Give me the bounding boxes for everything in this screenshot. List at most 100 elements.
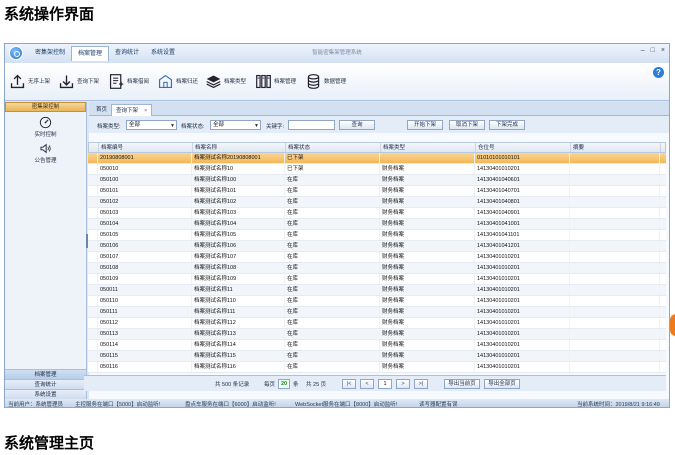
row-indicator[interactable] bbox=[88, 219, 98, 229]
row-indicator[interactable] bbox=[88, 351, 98, 361]
row-indicator[interactable] bbox=[88, 241, 98, 251]
tab-close-icon[interactable]: × bbox=[144, 108, 147, 114]
row-indicator[interactable] bbox=[88, 296, 98, 306]
row-indicator[interactable] bbox=[88, 208, 98, 218]
cell-summary bbox=[570, 263, 660, 273]
export-current-button[interactable]: 导出当前页 bbox=[444, 379, 480, 389]
row-indicator[interactable] bbox=[88, 263, 98, 273]
table-row[interactable]: 050108 档案测试名称108 在库 财务档案 14130401010201 bbox=[88, 263, 666, 274]
row-indicator[interactable] bbox=[88, 329, 98, 339]
table-row[interactable]: 050010 档案测试名称10 已下架 财务档案 14130401010201 bbox=[88, 164, 666, 175]
row-indicator[interactable] bbox=[88, 186, 98, 196]
maximize-icon[interactable]: □ bbox=[651, 47, 655, 54]
cell-position: 14130401040601 bbox=[475, 175, 570, 185]
finish-unshelve-button[interactable]: 下架完成 bbox=[489, 120, 525, 130]
cell-status: 在库 bbox=[285, 263, 380, 273]
cell-name: 档案测试名称102 bbox=[192, 197, 285, 207]
row-indicator[interactable] bbox=[88, 153, 98, 163]
row-indicator[interactable] bbox=[88, 318, 98, 328]
archive-status-select[interactable]: 全部 ▼ bbox=[210, 120, 261, 130]
cell-name: 档案测试名称101 bbox=[192, 186, 285, 196]
minimize-icon[interactable]: – bbox=[641, 47, 645, 54]
shelve-unordered-button[interactable]: 无序上架 bbox=[9, 67, 50, 95]
per-page-input[interactable]: 20 bbox=[278, 379, 290, 389]
row-indicator[interactable] bbox=[88, 230, 98, 240]
column-header-name[interactable]: 档案名称 bbox=[193, 143, 286, 152]
table-row[interactable]: 050102 档案测试名称102 在库 财务档案 14130401040801 bbox=[88, 197, 666, 208]
pager: 共 500 条记录 每页 20 条 共 25 页 |< < 1 > >| 导出当… bbox=[84, 375, 666, 391]
archive-management-button[interactable]: 档案管理 bbox=[255, 67, 296, 95]
last-page-button[interactable]: >| bbox=[414, 379, 428, 389]
column-header-type[interactable]: 档案类型 bbox=[381, 143, 476, 152]
table-row[interactable]: 050101 档案测试名称101 在库 财务档案 14130401040701 bbox=[88, 186, 666, 197]
row-indicator[interactable] bbox=[88, 362, 98, 372]
table-row[interactable]: 050109 档案测试名称109 在库 财务档案 14130401010201 bbox=[88, 274, 666, 285]
column-header-code[interactable]: 档案编号 bbox=[99, 143, 193, 152]
row-indicator[interactable] bbox=[88, 164, 98, 174]
table-row[interactable]: 050106 档案测试名称106 在库 财务档案 14130401041201 bbox=[88, 241, 666, 252]
sidebar-nav-archive[interactable]: 档案管理 bbox=[5, 369, 86, 379]
column-header-summary[interactable]: 摘要 bbox=[571, 143, 661, 152]
table-row[interactable]: 050115 档案测试名称115 在库 财务档案 14130401010201 bbox=[88, 351, 666, 362]
table-row[interactable]: 050110 档案测试名称110 在库 财务档案 14130401010201 bbox=[88, 296, 666, 307]
cell-status: 在库 bbox=[285, 351, 380, 361]
table-row[interactable]: 050103 档案测试名称103 在库 财务档案 14130401040901 bbox=[88, 208, 666, 219]
data-management-button[interactable]: 数据管理 bbox=[305, 67, 346, 95]
sidebar-header[interactable]: 密集架控制 bbox=[5, 102, 86, 112]
help-icon[interactable]: ? bbox=[653, 67, 664, 78]
search-button[interactable]: 查询 bbox=[339, 120, 375, 130]
cell-code: 050106 bbox=[98, 241, 192, 251]
column-header-status[interactable]: 档案状态 bbox=[286, 143, 381, 152]
first-page-button[interactable]: |< bbox=[342, 379, 356, 389]
cell-name: 档案测试名称103 bbox=[192, 208, 285, 218]
column-header-position[interactable]: 仓位号 bbox=[476, 143, 571, 152]
table-row[interactable]: 050111 档案测试名称111 在库 财务档案 14130401010201 bbox=[88, 307, 666, 318]
query-unshelve-button[interactable]: 查询下架 bbox=[58, 67, 99, 95]
cell-name: 档案测试名称113 bbox=[192, 329, 285, 339]
row-indicator[interactable] bbox=[88, 252, 98, 262]
archive-type-button[interactable]: 档案类型 bbox=[205, 67, 246, 95]
table-row[interactable]: 050011 档案测试名称11 在库 财务档案 14130401010201 bbox=[88, 285, 666, 296]
table-row[interactable]: 050107 档案测试名称107 在库 财务档案 14130401010201 bbox=[88, 252, 666, 263]
sidebar-item-announcement[interactable]: 公告管理 bbox=[5, 142, 86, 164]
row-indicator[interactable] bbox=[88, 340, 98, 350]
next-page-button[interactable]: > bbox=[396, 379, 410, 389]
table-row[interactable]: 050112 档案测试名称112 在库 财务档案 14130401010201 bbox=[88, 318, 666, 329]
menu-query-statistics[interactable]: 查询统计 bbox=[109, 46, 145, 61]
row-indicator[interactable] bbox=[88, 197, 98, 207]
cancel-unshelve-button[interactable]: 取消下架 bbox=[449, 120, 485, 130]
menu-system-settings[interactable]: 系统设置 bbox=[145, 46, 181, 61]
speedometer-icon bbox=[39, 116, 52, 129]
table-row[interactable]: 050100 档案测试名称100 在库 财务档案 14130401040601 bbox=[88, 175, 666, 186]
row-indicator[interactable] bbox=[88, 285, 98, 295]
tab-query-unshelve[interactable]: 查询下架 × bbox=[111, 104, 153, 116]
cell-summary bbox=[570, 274, 660, 284]
table-row[interactable]: 050114 档案测试名称114 在库 财务档案 14130401010201 bbox=[88, 340, 666, 351]
current-page-input[interactable]: 1 bbox=[378, 379, 392, 389]
archive-type-select[interactable]: 全部 ▼ bbox=[126, 120, 177, 130]
archive-return-button[interactable]: 档案归还 bbox=[157, 67, 198, 95]
side-float-handle[interactable] bbox=[670, 314, 675, 336]
start-unshelve-button[interactable]: 开始下架 bbox=[407, 120, 443, 130]
table-row[interactable]: 20190808001 档案测试名称20190808001 已下架 010101010… bbox=[88, 153, 666, 164]
table-row[interactable]: 050116 档案测试名称116 在库 财务档案 14130401010201 bbox=[88, 362, 666, 373]
row-indicator[interactable] bbox=[88, 307, 98, 317]
prev-page-button[interactable]: < bbox=[360, 379, 374, 389]
tab-home[interactable]: 首页 bbox=[92, 104, 111, 116]
sidebar-nav-settings[interactable]: 系统设置 bbox=[5, 389, 86, 399]
close-icon[interactable]: × bbox=[661, 47, 665, 54]
sidebar-nav-query[interactable]: 查询统计 bbox=[5, 379, 86, 389]
table-row[interactable]: 050113 档案测试名称113 在库 财务档案 14130401010201 bbox=[88, 329, 666, 340]
table-row[interactable]: 050104 档案测试名称104 在库 财务档案 14130401041001 bbox=[88, 219, 666, 230]
archive-borrow-button[interactable]: 档案借阅 bbox=[108, 67, 149, 95]
table-row[interactable]: 050105 档案测试名称105 在库 财务档案 14130401041101 bbox=[88, 230, 666, 241]
keyword-input[interactable] bbox=[288, 120, 335, 130]
menu-archive-management[interactable]: 档案管理 bbox=[71, 46, 110, 61]
cell-type: 财务档案 bbox=[380, 208, 475, 218]
row-indicator[interactable] bbox=[88, 175, 98, 185]
menu-shelf-control[interactable]: 密集架控制 bbox=[29, 46, 71, 61]
sidebar-item-realtime-control[interactable]: 实时控制 bbox=[5, 116, 86, 138]
row-indicator[interactable] bbox=[88, 274, 98, 284]
export-all-button[interactable]: 导出全部页 bbox=[484, 379, 520, 389]
cell-name: 档案测试名称115 bbox=[192, 351, 285, 361]
